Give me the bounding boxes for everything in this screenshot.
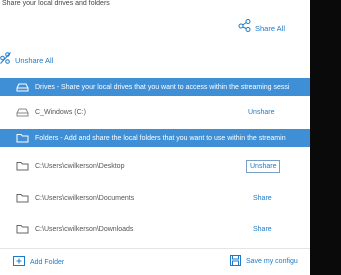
- folder-icon: [15, 132, 29, 144]
- folder-share-button[interactable]: Share: [253, 226, 272, 233]
- folder-row-documents: C:\Users\cwilkerson\Documents Share: [0, 189, 310, 207]
- add-folder-button[interactable]: Add Folder: [13, 255, 64, 269]
- folder-row-downloads: C:\Users\cwilkerson\Downloads Share: [0, 220, 310, 238]
- dialog-title: Share your local drives and folders: [2, 0, 110, 7]
- folder-path: C:\Users\cwilkerson\Documents: [35, 194, 135, 202]
- right-panel: [310, 0, 341, 275]
- share-all-icon: [238, 19, 252, 37]
- drive-unshare-button[interactable]: Unshare: [248, 109, 274, 116]
- folder-row-desktop: C:\Users\cwilkerson\Desktop Unshare: [0, 157, 310, 175]
- drive-icon: [15, 106, 29, 118]
- folder-path: C:\Users\cwilkerson\Downloads: [35, 225, 134, 233]
- save-icon: [230, 253, 241, 271]
- unshare-all-label: Unshare All: [15, 55, 54, 65]
- drive-icon: [15, 81, 29, 93]
- folder-icon: [15, 223, 29, 235]
- drive-row-c: C_Windows (C:) Unshare: [0, 103, 310, 121]
- folder-path: C:\Users\cwilkerson\Desktop: [35, 162, 125, 170]
- share-all-label: Share All: [255, 23, 286, 33]
- add-folder-label: Add Folder: [30, 258, 65, 266]
- unshare-all-button[interactable]: Unshare All: [0, 51, 54, 69]
- save-configuration-label: Save my configu: [246, 258, 298, 265]
- drives-section-label: Drives - Share your local drives that yo…: [35, 83, 290, 91]
- share-all-button[interactable]: Share All: [238, 19, 285, 37]
- folder-icon: [15, 192, 29, 204]
- folders-section-header: Folders - Add and share the local folder…: [0, 129, 310, 147]
- save-configuration-button[interactable]: Save my configu: [230, 254, 298, 269]
- folders-section-label: Folders - Add and share the local folder…: [35, 134, 286, 142]
- add-folder-icon: [13, 253, 25, 271]
- folder-unshare-button[interactable]: Unshare: [246, 159, 281, 173]
- drive-name: C_Windows (C:): [35, 108, 86, 116]
- drives-section-header: Drives - Share your local drives that yo…: [0, 78, 310, 96]
- footer-divider: [0, 248, 310, 249]
- folder-icon: [15, 160, 29, 172]
- unshare-all-icon: [0, 51, 11, 69]
- folder-share-button[interactable]: Share: [253, 195, 272, 202]
